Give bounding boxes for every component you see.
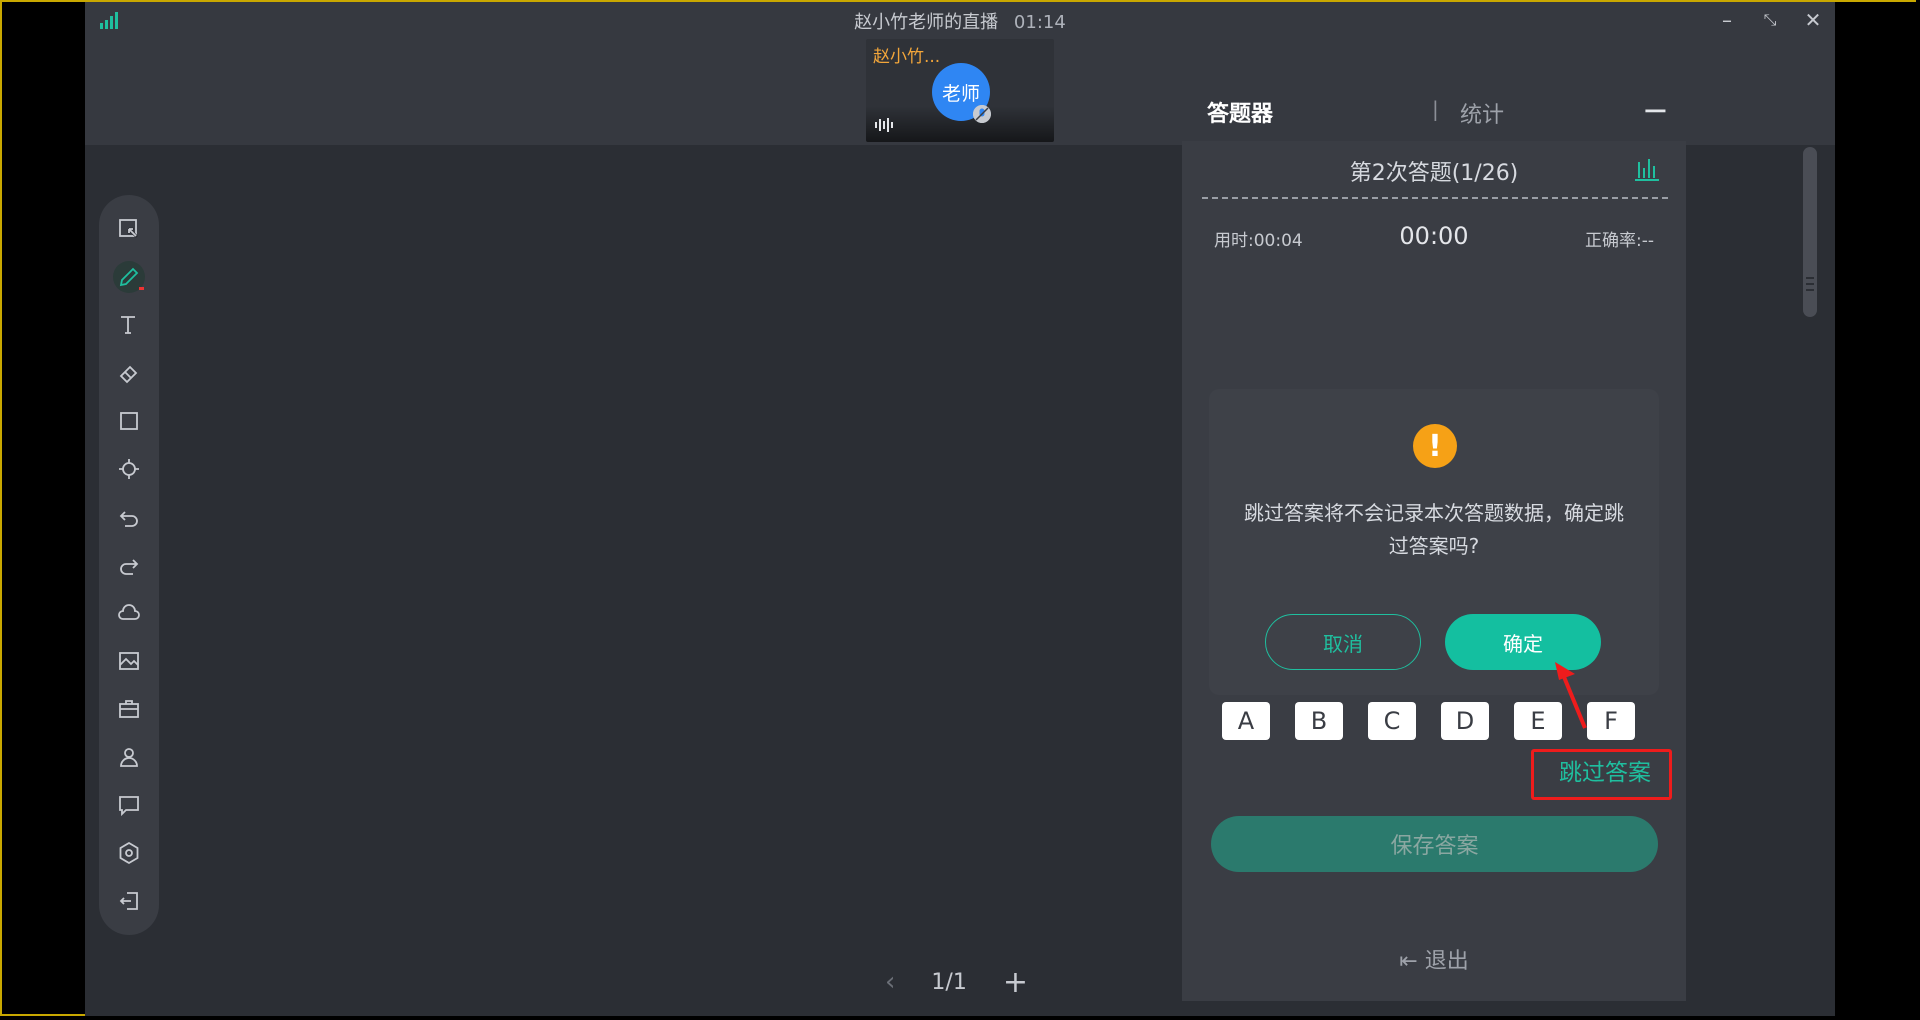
live-title: 赵小竹老师的直播 (854, 12, 999, 33)
bar-chart-icon[interactable] (1633, 156, 1661, 182)
page-indicator: 1/1 (931, 969, 967, 995)
tab-answer-tool[interactable]: 答题器 (1207, 96, 1273, 128)
restore-window-icon[interactable]: ⤡ (1758, 10, 1782, 30)
chat-icon[interactable] (113, 789, 145, 821)
option-d-button[interactable]: D (1441, 702, 1489, 740)
pen-tool-icon[interactable] (113, 261, 145, 293)
whiteboard-toolbar (99, 195, 159, 935)
cloud-drive-icon[interactable] (113, 597, 145, 629)
add-page-button[interactable]: + (1003, 965, 1028, 1000)
page-navigator: ‹ 1/1 + (885, 964, 1085, 1000)
image-icon[interactable] (113, 645, 145, 677)
students-icon[interactable] (113, 741, 145, 773)
redo-icon[interactable] (113, 549, 145, 581)
option-b-button[interactable]: B (1295, 702, 1343, 740)
text-tool-icon[interactable] (113, 309, 145, 341)
warning-icon: ! (1413, 424, 1457, 468)
cancel-button[interactable]: 取消 (1265, 614, 1421, 670)
teacher-video-tile[interactable]: 赵小竹... 老师 (866, 39, 1054, 142)
exit-icon: ⇤ (1399, 949, 1425, 974)
save-answer-button[interactable]: 保存答案 (1211, 816, 1658, 872)
accuracy-rate: 正确率:-- (1585, 231, 1654, 251)
tab-separator: | (1432, 97, 1439, 121)
screen-right-edge (1835, 2, 1916, 1016)
exit-class-icon[interactable] (113, 885, 145, 917)
select-tool-icon[interactable] (113, 213, 145, 245)
elapsed-time: 01:14 (1013, 12, 1066, 33)
minimize-panel-button[interactable]: − (1642, 91, 1669, 129)
option-c-button[interactable]: C (1368, 702, 1416, 740)
teacher-name: 赵小竹... (873, 47, 941, 67)
panel-header: 答题器 | 统计 − (1182, 81, 1686, 141)
avatar-label: 老师 (941, 82, 980, 105)
tab-statistics[interactable]: 统计 (1460, 97, 1504, 129)
toolbox-icon[interactable] (113, 693, 145, 725)
dashed-divider (1202, 197, 1668, 199)
skip-confirm-dialog: ! 跳过答案将不会记录本次答题数据，确定跳过答案吗? 取消 确定 (1209, 389, 1659, 695)
shape-tool-icon[interactable] (113, 405, 145, 437)
exit-button[interactable]: ⇤ 退出 (1182, 943, 1686, 975)
undo-icon[interactable] (113, 501, 145, 533)
audio-wave-icon (875, 118, 893, 132)
option-a-button[interactable]: A (1222, 702, 1270, 740)
round-title: 第2次答题(1/26) (1349, 161, 1519, 186)
settings-icon[interactable] (113, 837, 145, 869)
eraser-tool-icon[interactable] (113, 357, 145, 389)
close-window-icon[interactable]: ✕ (1801, 8, 1825, 32)
answer-tool-panel: 答题器 | 统计 − 第2次答题(1/26) 用时:00:04 00:00 正确… (1182, 81, 1686, 1001)
pen-color-indicator (139, 287, 144, 290)
mic-muted-icon (973, 105, 991, 123)
prev-page-button[interactable]: ‹ (885, 967, 895, 997)
scrollbar-grip (1806, 277, 1814, 279)
dialog-message: 跳过答案将不会记录本次答题数据，确定跳过答案吗? (1244, 501, 1624, 558)
annotation-arrow (1555, 662, 1587, 729)
panel-scrollbar[interactable] (1803, 147, 1817, 317)
laser-pointer-icon[interactable] (113, 453, 145, 485)
exit-label: 退出 (1424, 949, 1469, 974)
minimize-window-icon[interactable]: – (1715, 8, 1739, 32)
annotation-highlight-box (1531, 749, 1672, 800)
window-title: 赵小竹老师的直播 01:14 (85, 8, 1835, 34)
